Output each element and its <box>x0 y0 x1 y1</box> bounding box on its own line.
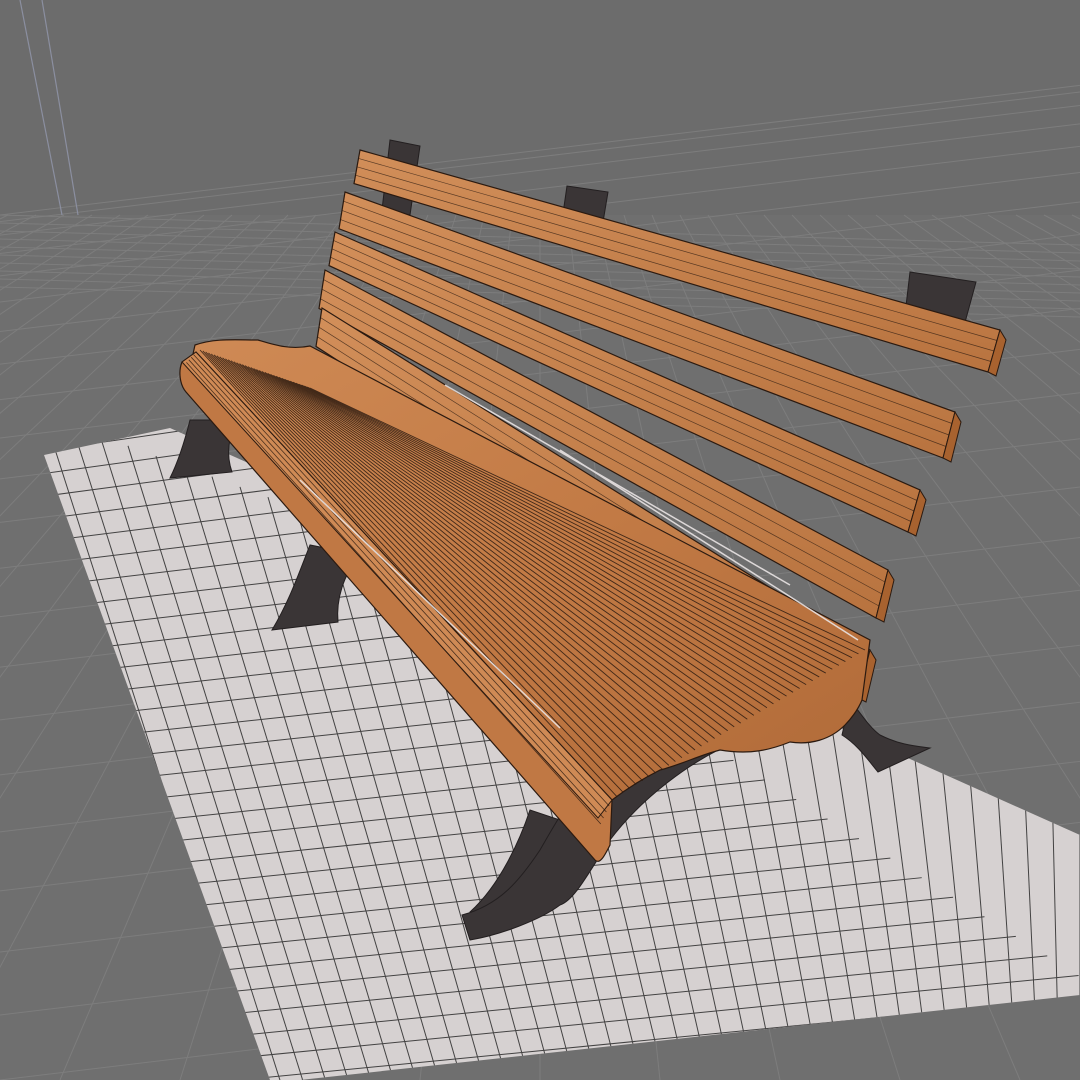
sky-area <box>0 0 1080 215</box>
3d-viewport[interactable] <box>0 0 1080 1080</box>
viewport-canvas[interactable] <box>0 0 1080 1080</box>
